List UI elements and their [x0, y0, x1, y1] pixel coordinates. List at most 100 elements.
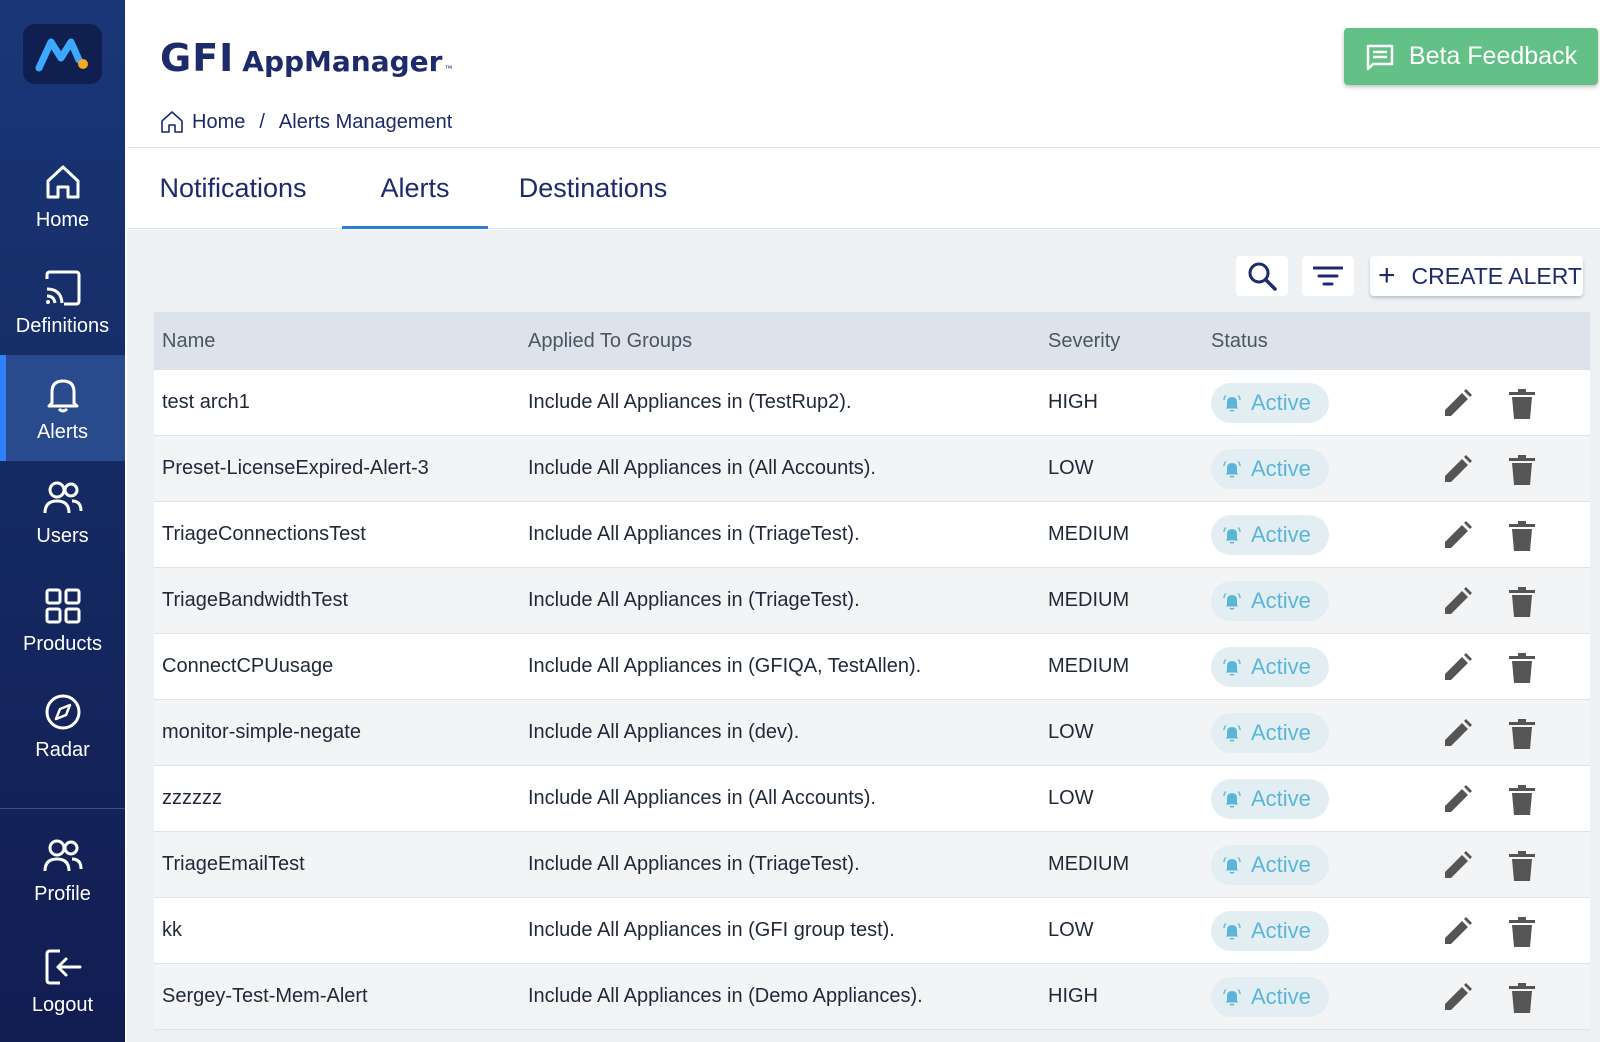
sidebar-item-users[interactable]: Users	[0, 459, 125, 565]
alert-groups: Include All Appliances in (All Accounts)…	[528, 457, 876, 479]
alert-severity: MEDIUM	[1048, 655, 1130, 677]
status-badge: Active	[1211, 647, 1329, 687]
pencil-icon	[1445, 851, 1472, 878]
delete-button[interactable]	[1504, 650, 1540, 686]
status-badge: Active	[1211, 977, 1329, 1017]
delete-button[interactable]	[1504, 914, 1540, 950]
sidebar-item-products[interactable]: Products	[0, 567, 125, 673]
sidebar-item-label: Products	[23, 632, 102, 655]
pencil-icon	[1445, 785, 1472, 812]
search-button[interactable]	[1236, 256, 1288, 296]
alert-groups: Include All Appliances in (TriageTest).	[528, 853, 860, 875]
delete-button[interactable]	[1504, 584, 1540, 620]
users-icon	[43, 481, 82, 513]
status-badge: Active	[1211, 911, 1329, 951]
delete-button[interactable]	[1504, 782, 1540, 818]
pencil-icon	[1445, 983, 1472, 1010]
table-row: TriageConnectionsTest Include All Applia…	[154, 502, 1590, 568]
status-label: Active	[1251, 984, 1311, 1009]
delete-button[interactable]	[1504, 980, 1540, 1016]
column-header-name[interactable]: Name	[162, 330, 215, 353]
edit-button[interactable]	[1439, 980, 1475, 1016]
table-row: zzzzzz Include All Appliances in (All Ac…	[154, 766, 1590, 832]
delete-button[interactable]	[1504, 518, 1540, 554]
plus-icon: +	[1378, 259, 1396, 292]
pencil-icon	[1445, 719, 1472, 746]
status-badge: Active	[1211, 713, 1329, 753]
alarm-bell-icon	[1223, 724, 1241, 742]
sidebar-item-profile[interactable]: Profile	[0, 817, 125, 923]
alarm-bell-icon	[1223, 658, 1241, 676]
sidebar-item-home[interactable]: Home	[0, 143, 125, 249]
sidebar-item-logout[interactable]: Logout	[0, 928, 125, 1034]
beta-feedback-button[interactable]: Beta Feedback	[1344, 28, 1598, 85]
tab-bar: Notifications Alerts Destinations	[127, 147, 1600, 229]
edit-button[interactable]	[1439, 716, 1475, 752]
app-logo[interactable]	[23, 24, 102, 84]
filter-button[interactable]	[1302, 256, 1354, 296]
status-badge: Active	[1211, 383, 1329, 423]
pencil-icon	[1445, 587, 1472, 614]
alert-severity: HIGH	[1048, 985, 1098, 1007]
delete-button[interactable]	[1504, 716, 1540, 752]
alert-name: test arch1	[162, 391, 250, 413]
tab-destinations[interactable]: Destinations	[517, 148, 669, 228]
create-alert-button[interactable]: + CREATE ALERT	[1370, 256, 1583, 296]
trash-icon	[1509, 521, 1535, 551]
home-outline-icon[interactable]	[160, 110, 184, 134]
edit-button[interactable]	[1439, 848, 1475, 884]
logo-icon	[35, 38, 88, 72]
edit-button[interactable]	[1439, 518, 1475, 554]
filter-icon	[1313, 266, 1343, 286]
delete-button[interactable]	[1504, 848, 1540, 884]
breadcrumb: Home / Alerts Management	[160, 110, 452, 134]
alert-severity: MEDIUM	[1048, 853, 1130, 875]
alert-name: kk	[162, 919, 182, 941]
tab-alerts[interactable]: Alerts	[342, 148, 488, 229]
edit-button[interactable]	[1439, 650, 1475, 686]
trash-icon	[1509, 851, 1535, 881]
feedback-icon	[1366, 44, 1394, 70]
status-badge: Active	[1211, 779, 1329, 819]
trash-icon	[1509, 653, 1535, 683]
tab-label: Alerts	[380, 172, 450, 203]
delete-button[interactable]	[1504, 452, 1540, 488]
alert-groups: Include All Appliances in (dev).	[528, 721, 800, 743]
alert-severity: MEDIUM	[1048, 589, 1130, 611]
column-header-severity[interactable]: Severity	[1048, 330, 1120, 353]
alarm-bell-icon	[1223, 526, 1241, 544]
sidebar-item-radar[interactable]: Radar	[0, 673, 125, 779]
sidebar: Home Definitions Alerts Users Products R…	[0, 0, 125, 1042]
pencil-icon	[1445, 389, 1472, 416]
search-icon	[1248, 262, 1277, 291]
sidebar-item-label: Home	[35, 208, 90, 231]
alarm-bell-icon	[1223, 922, 1241, 940]
edit-button[interactable]	[1439, 452, 1475, 488]
tab-notifications[interactable]: Notifications	[153, 148, 313, 228]
alarm-bell-icon	[1223, 592, 1241, 610]
alert-name: monitor-simple-negate	[162, 721, 361, 743]
alert-groups: Include All Appliances in (GFIQA, TestAl…	[528, 655, 922, 677]
trash-icon	[1509, 785, 1535, 815]
breadcrumb-home[interactable]: Home	[192, 111, 245, 134]
edit-button[interactable]	[1439, 584, 1475, 620]
edit-button[interactable]	[1439, 782, 1475, 818]
sidebar-item-alerts[interactable]: Alerts	[0, 355, 125, 461]
status-label: Active	[1251, 918, 1311, 943]
pencil-icon	[1445, 653, 1472, 680]
sidebar-item-definitions[interactable]: Definitions	[0, 249, 125, 355]
trash-icon	[1509, 455, 1535, 485]
alarm-bell-icon	[1223, 460, 1241, 478]
sidebar-item-label: Users	[36, 524, 89, 547]
alerts-table: Name Applied To Groups Severity Status t…	[154, 312, 1590, 1030]
edit-button[interactable]	[1439, 914, 1475, 950]
column-header-groups[interactable]: Applied To Groups	[528, 330, 692, 353]
column-header-status[interactable]: Status	[1211, 330, 1268, 353]
delete-button[interactable]	[1504, 386, 1540, 422]
pencil-icon	[1445, 455, 1472, 482]
alert-groups: Include All Appliances in (TriageTest).	[528, 523, 860, 545]
status-label: Active	[1251, 456, 1311, 481]
edit-button[interactable]	[1439, 386, 1475, 422]
status-label: Active	[1251, 522, 1311, 547]
status-label: Active	[1251, 786, 1311, 811]
